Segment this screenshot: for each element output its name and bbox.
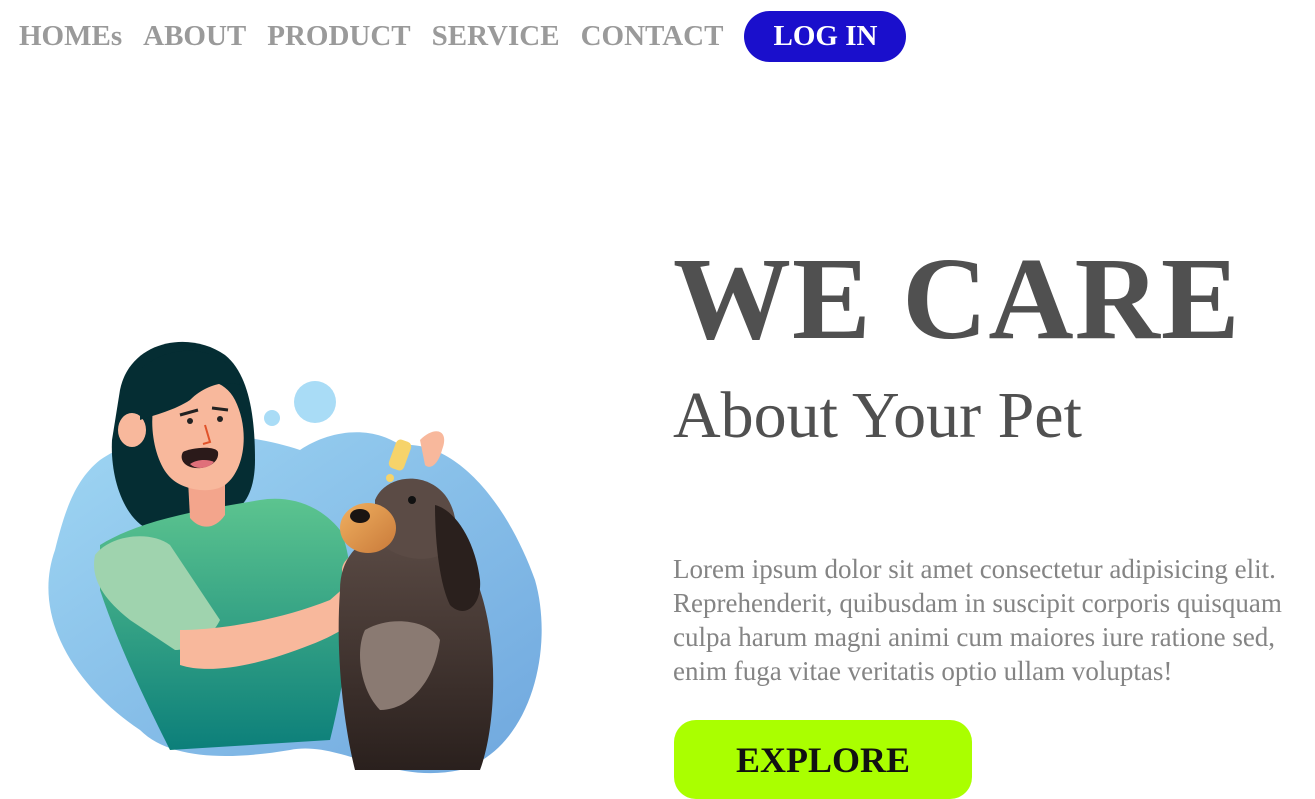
nav-contact[interactable]: CONTACT xyxy=(581,21,724,51)
top-nav: HOMEs ABOUT PRODUCT SERVICE CONTACT LOG … xyxy=(0,10,907,62)
hero-illustration xyxy=(40,330,550,780)
page: HOMEs ABOUT PRODUCT SERVICE CONTACT LOG … xyxy=(0,0,1315,799)
explore-button[interactable]: EXPLORE xyxy=(674,720,972,799)
hero-title: WE CARE xyxy=(673,233,1241,364)
login-button[interactable]: LOG IN xyxy=(744,10,907,62)
nav-service[interactable]: SERVICE xyxy=(432,21,560,51)
bubble-small xyxy=(264,410,280,426)
hero-body: Lorem ipsum dolor sit amet consectetur a… xyxy=(673,554,1282,686)
pet-care-illustration xyxy=(48,341,542,774)
hero-subtitle: About Your Pet xyxy=(673,379,1082,452)
nav-home[interactable]: HOMEs xyxy=(19,21,122,51)
nav-product[interactable]: PRODUCT xyxy=(267,21,410,51)
nav-about[interactable]: ABOUT xyxy=(143,21,246,51)
bubble-large xyxy=(294,381,336,423)
